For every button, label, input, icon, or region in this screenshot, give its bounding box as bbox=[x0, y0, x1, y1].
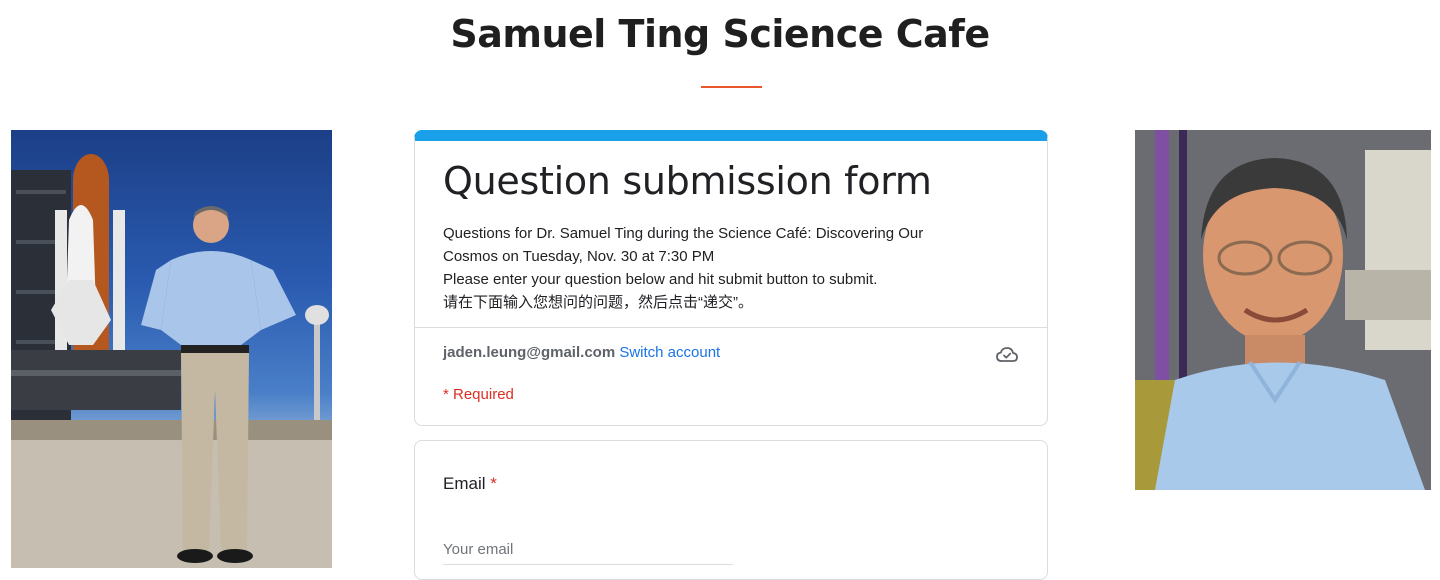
photo-right-image bbox=[1135, 130, 1431, 490]
form-description-line: Cosmos on Tuesday, Nov. 30 at 7:30 PM bbox=[443, 248, 715, 265]
email-question-label: Email * bbox=[443, 474, 497, 494]
photo-left bbox=[11, 130, 332, 568]
form-header-card: Question submission form Questions for D… bbox=[414, 130, 1048, 426]
required-note: * Required bbox=[443, 386, 514, 403]
required-asterisk: * bbox=[490, 474, 497, 493]
form-description-line: 请在下面输入您想问的问题，然后点击“递交”。 bbox=[443, 294, 753, 311]
form-description-line: Please enter your question below and hit… bbox=[443, 271, 878, 288]
form-description-line: Questions for Dr. Samuel Ting during the… bbox=[443, 225, 924, 242]
photo-right bbox=[1135, 130, 1431, 490]
email-question-card: Email * bbox=[414, 440, 1048, 580]
form-description: Questions for Dr. Samuel Ting during the… bbox=[443, 222, 1013, 314]
header-divider bbox=[415, 327, 1047, 328]
photo-left-image bbox=[11, 154, 332, 568]
page-title: Samuel Ting Science Cafe bbox=[450, 12, 990, 56]
account-email: jaden.leung@gmail.com bbox=[443, 344, 616, 361]
form-title: Question submission form bbox=[443, 159, 932, 203]
email-label-text: Email bbox=[443, 474, 486, 493]
cloud-check-icon bbox=[996, 347, 1018, 362]
email-input[interactable] bbox=[443, 534, 733, 565]
switch-account-link[interactable]: Switch account bbox=[619, 344, 720, 361]
title-underline bbox=[701, 86, 762, 88]
account-row: jaden.leung@gmail.com Switch account bbox=[443, 344, 1023, 362]
